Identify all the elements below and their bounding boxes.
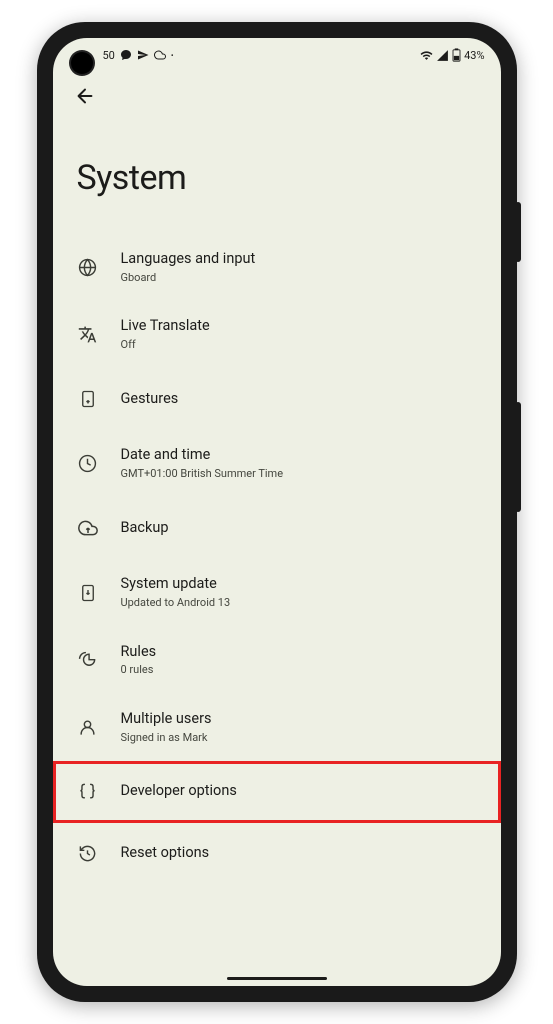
setting-item-system-update[interactable]: System update Updated to Android 13	[53, 559, 501, 626]
setting-item-developer[interactable]: Developer options	[53, 761, 501, 823]
setting-title: System update	[121, 575, 477, 594]
globe-icon	[77, 257, 99, 279]
setting-subtitle: Updated to Android 13	[121, 596, 477, 610]
setting-subtitle: Off	[121, 338, 477, 352]
setting-item-reset[interactable]: Reset options	[53, 823, 501, 885]
setting-item-gestures[interactable]: Gestures	[53, 368, 501, 430]
setting-subtitle: GMT+01:00 British Summer Time	[121, 467, 477, 481]
setting-text: Languages and input Gboard	[121, 250, 477, 285]
clock-icon	[77, 453, 99, 475]
chat-notif-icon	[120, 49, 132, 61]
setting-item-translate[interactable]: Live Translate Off	[53, 301, 501, 368]
setting-title: Rules	[121, 643, 477, 662]
screen: 50 •	[53, 38, 501, 986]
toolbar	[53, 72, 501, 120]
power-button	[515, 202, 521, 262]
page-title: System	[77, 158, 477, 198]
settings-list: Languages and input Gboard Live Translat…	[53, 234, 501, 885]
setting-text: Backup	[121, 519, 477, 538]
more-notif-icon: •	[171, 51, 174, 60]
setting-title: Multiple users	[121, 710, 477, 729]
status-time: 50	[103, 49, 115, 62]
update-icon	[77, 582, 99, 604]
back-button[interactable]	[67, 78, 103, 114]
volume-button	[515, 402, 521, 512]
battery-percent: 43%	[464, 49, 484, 62]
battery-icon	[452, 48, 461, 62]
gesture-icon	[77, 388, 99, 410]
setting-title: Live Translate	[121, 317, 477, 336]
setting-text: Live Translate Off	[121, 317, 477, 352]
setting-subtitle: 0 rules	[121, 663, 477, 677]
phone-frame: 50 •	[37, 22, 517, 1002]
setting-title: Reset options	[121, 844, 477, 863]
setting-text: Reset options	[121, 844, 477, 863]
setting-title: Gestures	[121, 390, 477, 409]
setting-text: Multiple users Signed in as Mark	[121, 710, 477, 745]
setting-item-backup[interactable]: Backup	[53, 497, 501, 559]
person-icon	[77, 716, 99, 738]
setting-text: Gestures	[121, 390, 477, 409]
signal-icon	[436, 49, 449, 62]
setting-text: Date and time GMT+01:00 British Summer T…	[121, 446, 477, 481]
page-header: System	[53, 120, 501, 234]
setting-item-users[interactable]: Multiple users Signed in as Mark	[53, 694, 501, 761]
setting-item-languages[interactable]: Languages and input Gboard	[53, 234, 501, 301]
setting-item-datetime[interactable]: Date and time GMT+01:00 British Summer T…	[53, 430, 501, 497]
setting-title: Backup	[121, 519, 477, 538]
setting-title: Developer options	[121, 782, 477, 801]
rules-icon	[77, 649, 99, 671]
setting-title: Date and time	[121, 446, 477, 465]
braces-icon	[77, 781, 99, 803]
status-right: 43%	[420, 48, 484, 62]
gesture-nav-bar[interactable]	[227, 977, 327, 980]
setting-subtitle: Gboard	[121, 271, 477, 285]
send-notif-icon	[137, 49, 149, 61]
setting-item-rules[interactable]: Rules 0 rules	[53, 627, 501, 694]
setting-text: Developer options	[121, 782, 477, 801]
setting-text: System update Updated to Android 13	[121, 575, 477, 610]
wifi-icon	[420, 49, 433, 62]
reset-icon	[77, 843, 99, 865]
status-left: 50 •	[103, 49, 174, 62]
translate-icon	[77, 324, 99, 346]
cloud-icon	[77, 517, 99, 539]
camera-cutout	[71, 52, 93, 74]
cloud-notif-icon	[154, 49, 166, 61]
setting-title: Languages and input	[121, 250, 477, 269]
setting-subtitle: Signed in as Mark	[121, 731, 477, 745]
status-bar: 50 •	[53, 38, 501, 72]
arrow-back-icon	[74, 85, 96, 107]
setting-text: Rules 0 rules	[121, 643, 477, 678]
